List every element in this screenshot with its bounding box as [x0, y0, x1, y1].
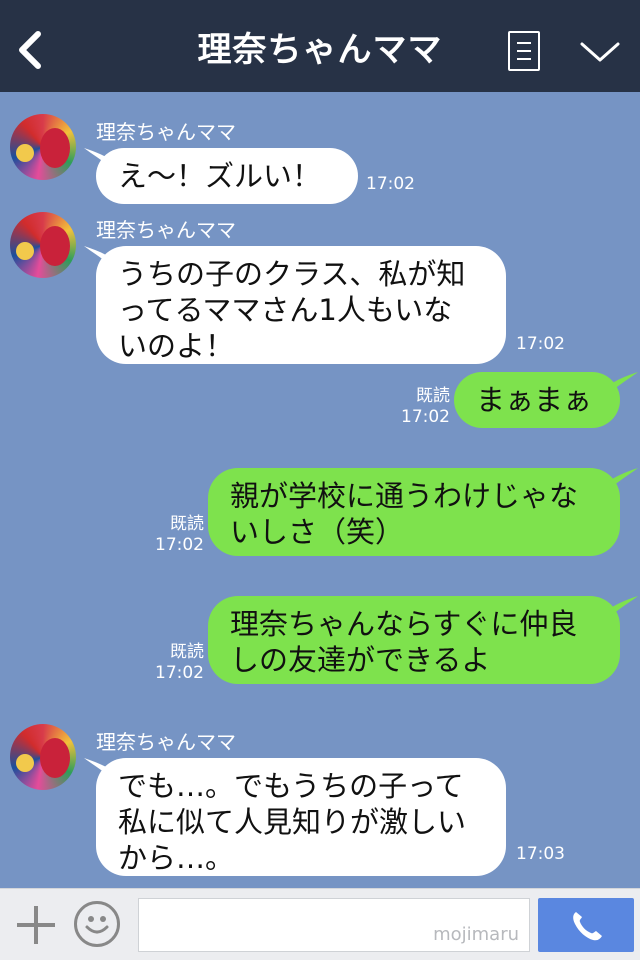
message-text: え〜！ズルい！	[118, 159, 322, 193]
message-text-line: から…。	[118, 841, 235, 875]
sender-name: 理奈ちゃんママ	[96, 730, 236, 754]
read-receipt: 既読	[416, 386, 450, 406]
message-time: 17:02	[401, 407, 450, 427]
message-time: 17:02	[516, 334, 565, 354]
chat-header: 理奈ちゃんママ	[0, 0, 640, 92]
message-time: 17:02	[155, 663, 204, 683]
input-bar: mojimaru	[0, 888, 640, 960]
avatar[interactable]	[10, 114, 76, 180]
bubble-tail	[608, 468, 638, 490]
menu-icon[interactable]	[508, 31, 540, 71]
plus-icon[interactable]	[14, 903, 58, 947]
message-time: 17:02	[366, 174, 415, 194]
message-bubble[interactable]: え〜！ズルい！	[96, 148, 358, 204]
avatar[interactable]	[10, 212, 76, 278]
message-list[interactable]: 理奈ちゃんママ え〜！ズルい！ 17:02 理奈ちゃんママ うちの子のクラス、私…	[0, 92, 640, 888]
message-time: 17:02	[155, 535, 204, 555]
message-text-line: 親が学校に通うわけじゃな	[230, 479, 579, 513]
message-bubble[interactable]: 理奈ちゃんならすぐに仲良 しの友達ができるよ	[208, 596, 620, 684]
read-receipt: 既読	[170, 514, 204, 534]
message-text-line: でも…。でもうちの子って	[118, 769, 464, 803]
call-button[interactable]	[538, 898, 634, 952]
message-text-line: しの友達ができるよ	[230, 643, 491, 677]
message-meta: 既読 17:02	[130, 514, 204, 556]
read-receipt: 既読	[170, 642, 204, 662]
message-text-line: うちの子のクラス、私が知	[118, 257, 466, 291]
message-text-line: 理奈ちゃんならすぐに仲良	[230, 607, 578, 641]
smiley-icon[interactable]	[74, 901, 120, 947]
phone-icon	[573, 912, 602, 941]
message-text-line: 私に似て人見知りが激しい	[118, 805, 467, 839]
message-meta: 既読 17:02	[130, 642, 204, 684]
message-text-line: ってるママさん1人もいな	[118, 293, 453, 327]
sender-name: 理奈ちゃんママ	[96, 218, 236, 242]
chat-title: 理奈ちゃんママ	[197, 30, 443, 70]
message-bubble[interactable]: でも…。でもうちの子って 私に似て人見知りが激しい から…。	[96, 758, 506, 876]
avatar[interactable]	[10, 724, 76, 790]
message-input[interactable]: mojimaru	[138, 898, 530, 952]
bubble-tail	[608, 596, 638, 618]
message-time: 17:03	[516, 844, 565, 864]
watermark-text: mojimaru	[433, 924, 519, 945]
sender-name: 理奈ちゃんママ	[96, 120, 236, 144]
message-meta: 既読 17:02	[380, 386, 450, 428]
message-bubble[interactable]: まぁまぁ	[454, 372, 620, 428]
message-text-line: いしさ（笑）	[230, 515, 405, 549]
message-text-line: いのよ！	[118, 329, 235, 363]
message-text: まぁまぁ	[476, 383, 593, 417]
bubble-tail	[608, 372, 638, 394]
chevron-down-icon[interactable]	[578, 38, 622, 64]
message-bubble[interactable]: 親が学校に通うわけじゃな いしさ（笑）	[208, 468, 620, 556]
message-bubble[interactable]: うちの子のクラス、私が知 ってるママさん1人もいな いのよ！	[96, 246, 506, 364]
